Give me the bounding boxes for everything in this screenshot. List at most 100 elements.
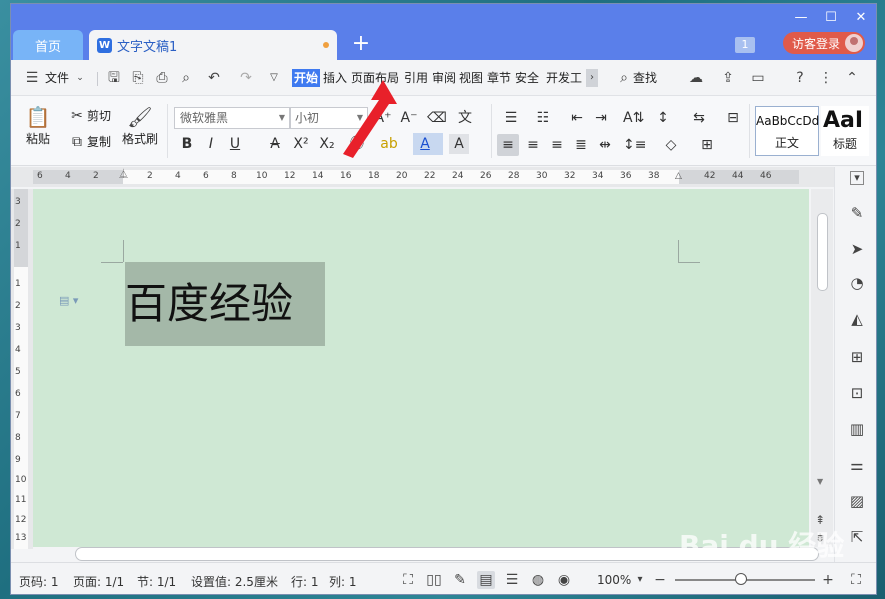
web-view-icon[interactable]: ◍ [529,571,547,589]
align-center-icon[interactable]: ≡ [523,135,543,155]
status-line[interactable]: 行: 1 [291,573,319,590]
tab-start[interactable]: 开始 [292,69,321,87]
document-canvas[interactable] [33,189,809,547]
paragraph-handle-icon[interactable]: ▤ ▾ [59,294,78,307]
status-pages[interactable]: 页面: 1/1 [73,573,124,590]
layers-icon[interactable]: ◭ [847,309,867,329]
borders-icon[interactable]: ⊞ [697,135,717,155]
zoom-level[interactable]: 100% [597,573,631,587]
collapse-ribbon-icon[interactable]: ⌃ [843,69,861,87]
table-icon[interactable]: ⊞ [847,347,867,367]
collaborate-icon[interactable]: ▭ [749,69,767,87]
panel-toggle-icon[interactable]: ▾ [850,171,864,185]
print-icon[interactable]: ⎙ [153,69,171,87]
italic-icon[interactable]: I [201,134,221,154]
underline-icon[interactable]: U [225,134,245,154]
style-normal[interactable]: AaBbCcDd 正文 [755,106,819,156]
share-icon[interactable]: ⇪ [719,69,737,87]
shapes-icon[interactable]: ◔ [847,273,867,293]
tab-home[interactable]: 首页 [13,30,83,60]
right-indent-marker-icon[interactable]: △ [675,171,682,181]
export-pdf-icon[interactable]: ⎘ [129,69,147,87]
apps-grid-icon[interactable]: ⊡ [847,383,867,403]
maximize-button[interactable]: ☐ [821,10,841,26]
guest-login-button[interactable]: 访客登录 [783,32,865,54]
show-marks-icon[interactable]: ⇆ [689,108,709,128]
align-left-icon[interactable]: ≡ [498,135,518,155]
menu-more-button[interactable]: › [586,69,598,87]
superscript-icon[interactable]: X² [291,134,311,154]
vertical-ruler[interactable]: 3 2 1 1 2 3 4 5 6 7 8 9 10 11 12 13 [11,189,33,549]
eye-protection-icon[interactable]: ◉ [555,571,573,589]
select-cursor-icon[interactable]: ➤ [847,239,867,259]
tab-security[interactable]: 安全 [515,69,539,87]
clear-format-icon[interactable]: ⌫ [427,108,447,128]
search-button[interactable]: 查找 [633,69,657,87]
chart-icon[interactable]: ▥ [847,419,867,439]
justify-icon[interactable]: ≣ [571,135,591,155]
customize-toolbar-icon[interactable]: ▽ [265,69,283,87]
shrink-font-icon[interactable]: A⁻ [399,108,419,128]
page-view-icon[interactable]: ▤ [477,571,495,589]
cloud-sync-icon[interactable]: ☁ [687,69,705,87]
fullscreen-icon[interactable]: ⛶ [399,571,417,589]
window-count-badge[interactable]: 1 [735,37,755,53]
shading-fill-icon[interactable]: ◇ [661,135,681,155]
sort-icon[interactable]: ↕ [653,108,673,128]
image-icon[interactable]: ▨ [847,491,867,511]
search-icon[interactable]: ⌕ [615,69,633,87]
tab-document[interactable]: W 文字文稿1 [89,30,337,60]
line-spacing-icon[interactable]: ↕≡ [623,135,646,155]
numbered-list-icon[interactable]: ☷ [533,108,553,128]
paste-button[interactable]: 📋 粘贴 [23,104,53,147]
bullet-list-icon[interactable]: ☰ [501,108,521,128]
tab-chapter[interactable]: 章节 [487,69,511,87]
strikethrough-icon[interactable]: A [265,134,285,154]
increase-indent-icon[interactable]: ⇥ [591,108,611,128]
zoom-dropdown-icon[interactable]: ▾ [631,571,649,589]
tab-developer[interactable]: 开发工 [546,69,582,87]
add-tab-button[interactable]: + [349,32,373,56]
file-chevron-down-icon[interactable]: ⌄ [71,69,89,87]
redo-icon[interactable]: ↷ [237,69,255,87]
status-position[interactable]: 设置值: 2.5厘米 [191,573,278,590]
undo-icon[interactable]: ↶ [205,69,223,87]
adjust-sliders-icon[interactable]: ⚌ [847,455,867,475]
style-heading[interactable]: AaI 标题 [821,106,869,156]
vertical-scroll-thumb[interactable] [817,213,828,291]
minimize-button[interactable]: — [791,10,811,26]
indent-marker-icon[interactable]: ⏅ [119,167,128,180]
help-icon[interactable]: ? [791,69,809,87]
status-section[interactable]: 节: 1/1 [137,573,176,590]
scroll-down-icon[interactable]: ▼ [817,477,823,486]
selected-heading-text[interactable]: 百度经验 [125,262,325,346]
pinyin-guide-icon[interactable]: 文 [455,108,475,128]
bold-icon[interactable]: B [177,134,197,154]
close-button[interactable]: ✕ [851,10,871,26]
copy-button[interactable]: 复制 [87,133,111,151]
chinese-layout-icon[interactable]: A⇅ [623,108,644,128]
align-right-icon[interactable]: ≡ [547,135,567,155]
hamburger-menu-icon[interactable]: ☰ [23,69,41,87]
status-page-number[interactable]: 页码: 1 [19,573,59,590]
more-options-icon[interactable]: ⋮ [817,69,835,87]
font-family-select[interactable]: 微软雅黑 ▼ [174,107,290,129]
tab-view[interactable]: 视图 [459,69,483,87]
table-layout-icon[interactable]: ⊟ [723,108,743,128]
distributed-align-icon[interactable]: ⇹ [595,135,615,155]
save-icon[interactable]: 🖫 [105,69,123,87]
vertical-scrollbar[interactable]: ▼ ⇞ ⇟ [811,189,833,547]
tab-references[interactable]: 引用 [404,69,428,87]
zoom-out-icon[interactable]: − [651,571,669,589]
print-preview-icon[interactable]: ⌕ [177,69,195,87]
file-menu[interactable]: 文件 [45,69,69,87]
pen-icon[interactable]: ✎ [847,203,867,223]
status-column[interactable]: 列: 1 [329,573,357,590]
format-painter-button[interactable]: 🖌 格式刷 [119,104,161,147]
horizontal-ruler[interactable]: 6 4 2 2 4 6 8 10 12 14 16 18 20 22 24 26… [11,167,876,187]
write-mode-icon[interactable]: ✎ [451,571,469,589]
char-shading-icon[interactable]: A [449,134,469,154]
read-mode-icon[interactable]: ▯▯ [425,571,443,589]
tab-review[interactable]: 审阅 [432,69,456,87]
decrease-indent-icon[interactable]: ⇤ [567,108,587,128]
